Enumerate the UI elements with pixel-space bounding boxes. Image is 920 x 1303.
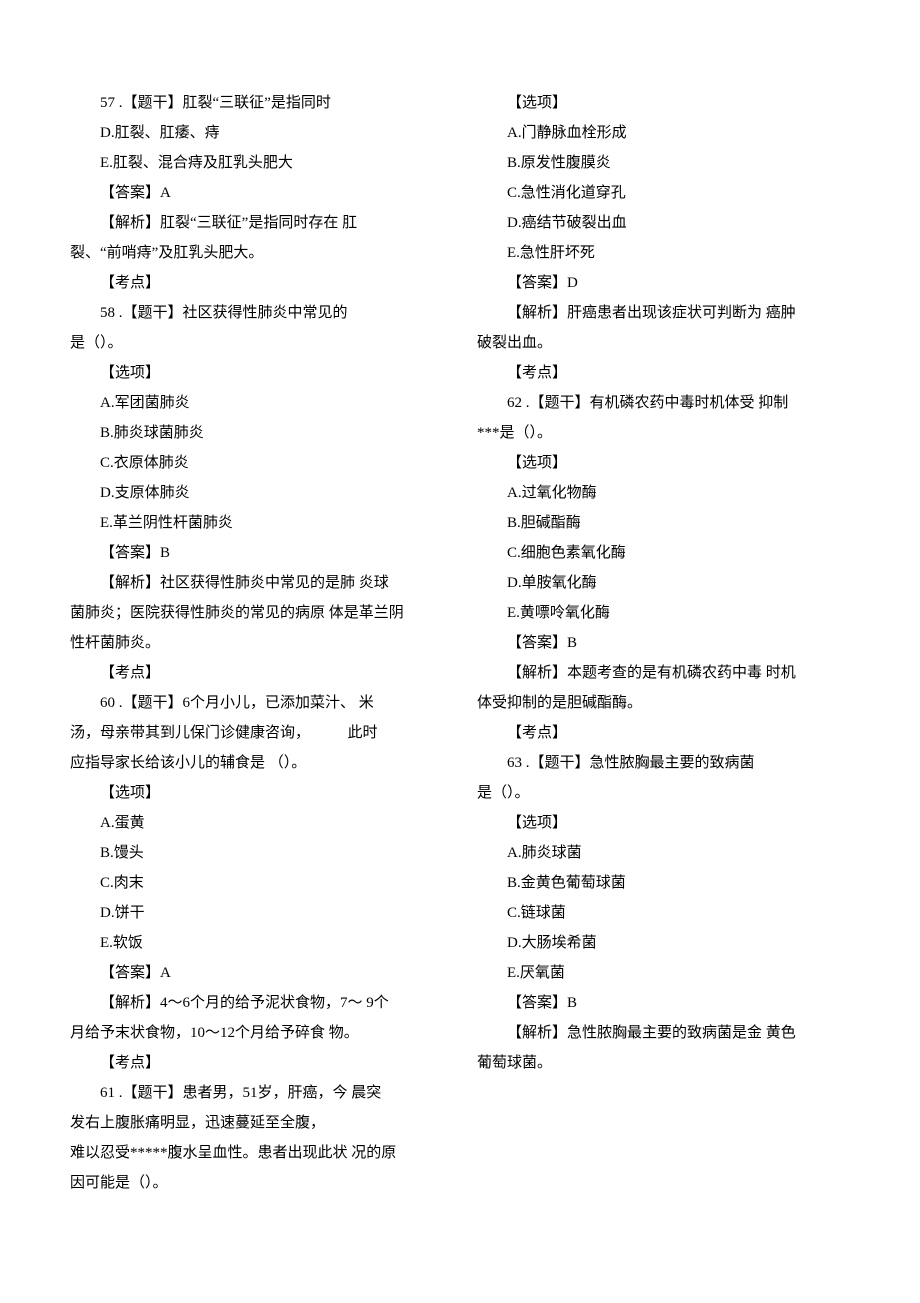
- text-columns: 57 .【题干】肛裂“三联征”是指同时D.肛裂、肛痿、痔E.肛裂、混合痔及肛乳头…: [70, 88, 850, 1218]
- text-line: 【答案】A: [70, 958, 443, 988]
- text-line: 【考点】: [70, 658, 443, 688]
- text-line: 【解析】4～6个月的给予泥状食物，7～ 9个: [70, 988, 443, 1018]
- text-line: 【考点】: [70, 1048, 443, 1078]
- text-line: D.大肠埃希菌: [477, 928, 850, 958]
- text-line: B.原发性腹膜炎: [477, 148, 850, 178]
- text-line: D.支原体肺炎: [70, 478, 443, 508]
- text-line: C.细胞色素氧化酶: [477, 538, 850, 568]
- text-line: C.链球菌: [477, 898, 850, 928]
- text-line: E.黄嘌呤氧化酶: [477, 598, 850, 628]
- text-line: 【解析】肛裂“三联征”是指同时存在 肛: [70, 208, 443, 238]
- text-line: 【解析】社区获得性肺炎中常见的是肺 炎球: [70, 568, 443, 598]
- text-line: E.软饭: [70, 928, 443, 958]
- text-line: 【解析】本题考查的是有机磷农药中毒 时机: [477, 658, 850, 688]
- text-line: E.急性肝坏死: [477, 238, 850, 268]
- text-line: ***是（）。: [477, 418, 850, 448]
- text-line: 是（）。: [477, 778, 850, 808]
- text-line: 裂、“前哨痔”及肛乳头肥大。: [70, 238, 443, 268]
- page-root: 57 .【题干】肛裂“三联征”是指同时D.肛裂、肛痿、痔E.肛裂、混合痔及肛乳头…: [0, 0, 920, 1303]
- text-line: 62 .【题干】有机磷农药中毒时机体受 抑制: [477, 388, 850, 418]
- text-line: C.急性消化道穿孔: [477, 178, 850, 208]
- text-line: 【选项】: [70, 358, 443, 388]
- text-line: 【解析】急性脓胸最主要的致病菌是金 黄色: [477, 1018, 850, 1048]
- text-line: 发右上腹胀痛明显，迅速蔓延至全腹，: [70, 1108, 443, 1138]
- text-line: D.饼干: [70, 898, 443, 928]
- text-line: 【考点】: [477, 358, 850, 388]
- text-line: 应指导家长给该小儿的辅食是 （）。: [70, 748, 443, 778]
- text-line: 难以忍受*****腹水呈血性。患者出现此状 况的原: [70, 1138, 443, 1168]
- text-line: 性杆菌肺炎。: [70, 628, 443, 658]
- text-line: B.馒头: [70, 838, 443, 868]
- text-line: 【选项】: [477, 448, 850, 478]
- text-line: D.肛裂、肛痿、痔: [70, 118, 443, 148]
- text-line: 【答案】B: [70, 538, 443, 568]
- text-line: D.癌结节破裂出血: [477, 208, 850, 238]
- text-line: B.胆碱酯酶: [477, 508, 850, 538]
- text-line: 【选项】: [70, 778, 443, 808]
- text-line: 【答案】B: [477, 988, 850, 1018]
- text-line: 【考点】: [70, 268, 443, 298]
- text-line: 体受抑制的是胆碱酯酶。: [477, 688, 850, 718]
- text-line: 63 .【题干】急性脓胸最主要的致病菌: [477, 748, 850, 778]
- text-line: B.肺炎球菌肺炎: [70, 418, 443, 448]
- text-line: A.军团菌肺炎: [70, 388, 443, 418]
- text-line: 【解析】肝癌患者出现该症状可判断为 癌肿: [477, 298, 850, 328]
- text-line: A.过氧化物酶: [477, 478, 850, 508]
- text-line: B.金黄色葡萄球菌: [477, 868, 850, 898]
- text-line: 60 .【题干】6个月小儿，已添加菜汁、 米: [70, 688, 443, 718]
- text-line: 【答案】D: [477, 268, 850, 298]
- text-line: E.革兰阴性杆菌肺炎: [70, 508, 443, 538]
- text-line: E.肛裂、混合痔及肛乳头肥大: [70, 148, 443, 178]
- text-line: 月给予末状食物，10～12个月给予碎食 物。: [70, 1018, 443, 1048]
- text-line: A.肺炎球菌: [477, 838, 850, 868]
- text-line: A.蛋黄: [70, 808, 443, 838]
- text-line: 61 .【题干】患者男，51岁，肝癌，今 晨突: [70, 1078, 443, 1108]
- text-line: 【选项】: [477, 88, 850, 118]
- text-line: A.门静脉血栓形成: [477, 118, 850, 148]
- text-line: 【答案】A: [70, 178, 443, 208]
- text-line: 是（）。: [70, 328, 443, 358]
- text-line: 菌肺炎；医院获得性肺炎的常见的病原 体是革兰阴: [70, 598, 443, 628]
- text-line: 【答案】B: [477, 628, 850, 658]
- text-line: 葡萄球菌。: [477, 1048, 850, 1078]
- text-line: E.厌氧菌: [477, 958, 850, 988]
- text-line: C.衣原体肺炎: [70, 448, 443, 478]
- text-line: 破裂出血。: [477, 328, 850, 358]
- text-line: 因可能是（）。: [70, 1168, 443, 1198]
- text-line: 57 .【题干】肛裂“三联征”是指同时: [70, 88, 443, 118]
- text-line: 【选项】: [477, 808, 850, 838]
- text-line: 58 .【题干】社区获得性肺炎中常见的: [70, 298, 443, 328]
- text-line: 汤，母亲带其到儿保门诊健康咨询， 此时: [70, 718, 443, 748]
- text-line: D.单胺氧化酶: [477, 568, 850, 598]
- text-line: C.肉末: [70, 868, 443, 898]
- text-line: 【考点】: [477, 718, 850, 748]
